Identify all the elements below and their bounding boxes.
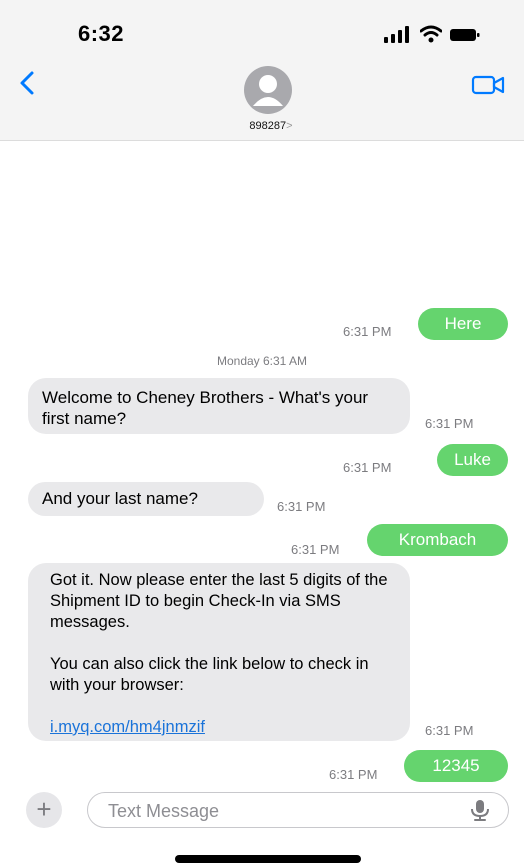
microphone-icon[interactable] [470, 799, 490, 821]
message-paragraph: You can also click the link below to che… [50, 655, 369, 694]
sent-message-bubble[interactable]: 12345 [404, 750, 508, 782]
home-indicator [175, 855, 361, 863]
message-timestamp: 6:31 PM [277, 499, 326, 514]
message-timestamp: 6:31 PM [425, 723, 474, 738]
sent-message-bubble[interactable]: Krombach [367, 524, 508, 556]
message-timestamp: 6:31 PM [291, 542, 340, 557]
conversation-header: 6:32 898287> [0, 0, 524, 141]
plus-icon[interactable]: + [26, 792, 62, 828]
message-timestamp: 6:31 PM [425, 416, 474, 431]
cellular-signal-icon [384, 26, 409, 43]
received-message-bubble[interactable]: And your last name? [28, 482, 264, 516]
contact-name[interactable]: 898287> [236, 120, 306, 132]
day-timestamp: Monday 6:31 AM [216, 354, 308, 368]
message-link[interactable]: i.myq.com/hm4jnmzif [50, 717, 396, 738]
video-camera-icon[interactable] [471, 74, 505, 96]
contact-number: 898287 [249, 120, 287, 132]
message-timestamp: 6:31 PM [329, 767, 378, 782]
message-input[interactable] [106, 797, 450, 825]
back-chevron-icon[interactable] [18, 70, 36, 96]
message-timestamp: 6:31 PM [343, 460, 392, 475]
message-paragraph: Got it. Now please enter the last 5 digi… [50, 571, 388, 631]
sent-message-bubble[interactable]: Luke [437, 444, 508, 476]
received-message-bubble[interactable]: Got it. Now please enter the last 5 digi… [28, 563, 410, 741]
compose-bar: + [0, 790, 524, 830]
wifi-icon [420, 25, 442, 43]
battery-icon [450, 29, 480, 41]
status-time: 6:32 [78, 21, 125, 46]
contact-chevron: > [286, 120, 293, 132]
sent-message-bubble[interactable]: Here [418, 308, 508, 340]
contact-avatar-icon[interactable] [233, 66, 303, 114]
received-message-bubble[interactable]: Welcome to Cheney Brothers - What's your… [28, 378, 410, 434]
message-input-container[interactable] [87, 792, 509, 828]
message-timestamp: 6:31 PM [343, 324, 392, 339]
